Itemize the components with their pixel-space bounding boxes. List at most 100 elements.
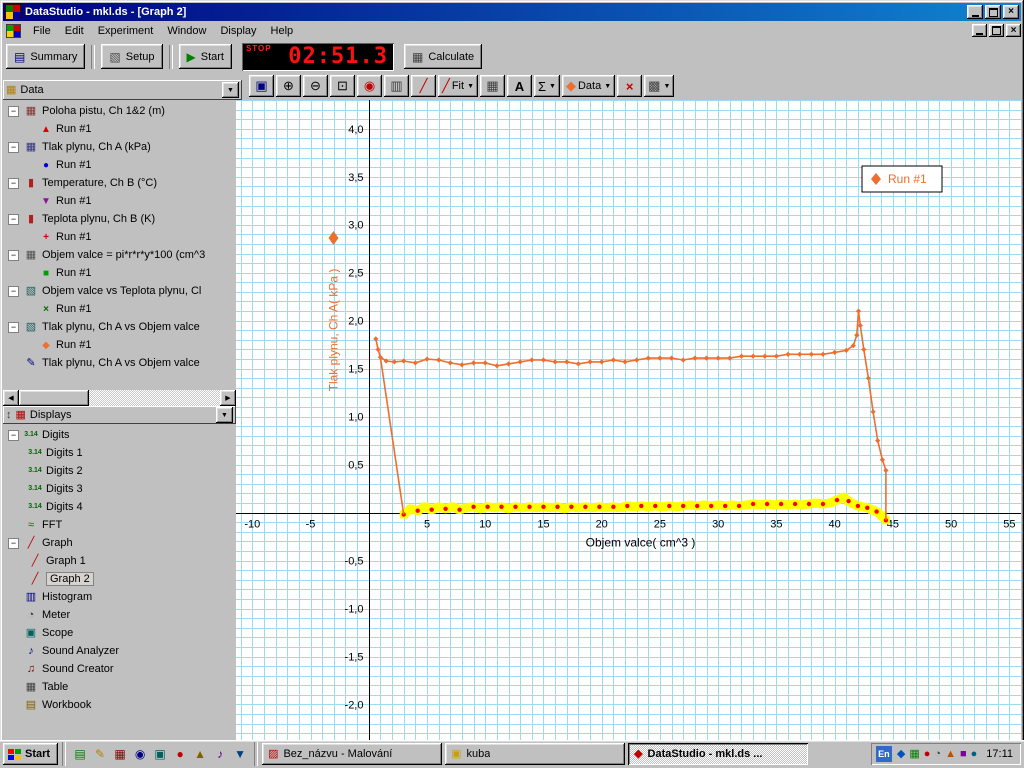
data-run-item[interactable]: ●Run #1 bbox=[3, 156, 236, 174]
tray-icon-2[interactable]: ▦ bbox=[909, 746, 919, 762]
task-button[interactable]: ◆DataStudio - mkl.ds ... bbox=[628, 743, 808, 765]
data-tree-item[interactable]: −▦Objem valce = pi*r*r*y*100 (cm^3 bbox=[3, 246, 236, 264]
display-tree-subitem[interactable]: 3.14Digits 3 bbox=[3, 480, 236, 498]
display-tree-subitem[interactable]: 3.14Digits 1 bbox=[3, 444, 236, 462]
calculate-button[interactable]: ▦ Calculate bbox=[404, 44, 482, 69]
collapse-toggle-icon[interactable]: − bbox=[8, 430, 19, 441]
graph-settings-button[interactable]: ▩▼ bbox=[644, 75, 674, 97]
quick-launch-icon-7[interactable]: ▲ bbox=[190, 744, 210, 764]
collapse-toggle-icon[interactable]: − bbox=[8, 322, 19, 333]
data-run-item[interactable]: ◆Run #1 bbox=[3, 336, 236, 354]
task-button[interactable]: ▨Bez_názvu - Malování bbox=[262, 743, 442, 765]
start-menu-button[interactable]: Start bbox=[3, 743, 58, 765]
data-tree-item[interactable]: −▮Temperature, Ch B (°C) bbox=[3, 174, 236, 192]
scroll-right-button[interactable]: ▶ bbox=[220, 390, 236, 406]
calculator-button[interactable]: ▦ bbox=[480, 75, 505, 97]
display-tree-item[interactable]: −≈FFT bbox=[3, 516, 236, 534]
mdi-close-button[interactable]: × bbox=[1006, 24, 1021, 37]
zoom-in-button[interactable]: ⊕ bbox=[276, 75, 301, 97]
menu-window[interactable]: Window bbox=[160, 23, 213, 39]
graph-plot-area[interactable]: -10-55101520253035404550554,03,53,02,52,… bbox=[236, 100, 1021, 740]
display-tree-item[interactable]: −♪Sound Analyzer bbox=[3, 642, 236, 660]
menu-file[interactable]: File bbox=[26, 23, 58, 39]
menu-edit[interactable]: Edit bbox=[58, 23, 91, 39]
quick-launch-icon-1[interactable]: ▤ bbox=[70, 744, 90, 764]
task-button[interactable]: ▣kuba bbox=[445, 743, 625, 765]
language-indicator[interactable]: En bbox=[876, 746, 892, 762]
tray-icon-4[interactable]: ◔ bbox=[934, 746, 941, 762]
menu-experiment[interactable]: Experiment bbox=[91, 23, 161, 39]
display-tree-item[interactable]: −▥Histogram bbox=[3, 588, 236, 606]
datastudio-app-icon[interactable] bbox=[5, 4, 21, 20]
scale-to-fit-button[interactable]: ▣ bbox=[249, 75, 274, 97]
slope-tool-button[interactable]: ╱ bbox=[411, 75, 436, 97]
data-tree-item[interactable]: −✎Tlak plynu, Ch A vs Objem valce bbox=[3, 354, 236, 372]
display-tree-item[interactable]: −▦Table bbox=[3, 678, 236, 696]
data-run-item[interactable]: ▲Run #1 bbox=[3, 120, 236, 138]
data-run-item[interactable]: ▼Run #1 bbox=[3, 192, 236, 210]
data-run-item[interactable]: ■Run #1 bbox=[3, 264, 236, 282]
tray-icon-6[interactable]: ■ bbox=[960, 746, 967, 762]
data-tree-hscrollbar[interactable]: ◀ ▶ bbox=[3, 390, 236, 406]
quick-launch-icon-2[interactable]: ✎ bbox=[90, 744, 110, 764]
collapse-toggle-icon[interactable]: − bbox=[8, 538, 19, 549]
delete-button[interactable]: × bbox=[617, 75, 642, 97]
quick-launch-icon-3[interactable]: ▦ bbox=[110, 744, 130, 764]
zoom-out-button[interactable]: ⊖ bbox=[303, 75, 328, 97]
display-tree-subitem[interactable]: ╱Graph 1 bbox=[3, 552, 236, 570]
collapse-toggle-icon[interactable]: − bbox=[8, 286, 19, 297]
display-tree-item[interactable]: −▣Scope bbox=[3, 624, 236, 642]
data-menu-button[interactable]: ◆Data▼ bbox=[562, 75, 615, 97]
display-tree-subitem[interactable]: 3.14Digits 2 bbox=[3, 462, 236, 480]
data-tree-item[interactable]: −▦Tlak plynu, Ch A (kPa) bbox=[3, 138, 236, 156]
scrollbar-track[interactable] bbox=[89, 390, 220, 406]
collapse-toggle-icon[interactable]: − bbox=[8, 250, 19, 261]
menu-display[interactable]: Display bbox=[213, 23, 263, 39]
panel-splitter-icon[interactable]: ↕ bbox=[6, 409, 12, 421]
mdi-restore-button[interactable] bbox=[989, 24, 1004, 37]
scrollbar-thumb[interactable] bbox=[19, 390, 89, 406]
quick-launch-icon-5[interactable]: ▣ bbox=[150, 744, 170, 764]
data-run-item[interactable]: +Run #1 bbox=[3, 228, 236, 246]
collapse-toggle-icon[interactable]: − bbox=[8, 178, 19, 189]
smart-tool-button[interactable]: ◉ bbox=[357, 75, 382, 97]
display-tree-item[interactable]: −♫Sound Creator bbox=[3, 660, 236, 678]
document-system-menu-icon[interactable] bbox=[6, 24, 21, 38]
statistics-menu-button[interactable]: Σ▼ bbox=[534, 75, 560, 97]
display-tree-item[interactable]: −╱Graph bbox=[3, 534, 236, 552]
quick-launch-icon-9[interactable]: ▼ bbox=[230, 744, 250, 764]
show-data-button[interactable]: ▥ bbox=[384, 75, 409, 97]
quick-launch-icon-6[interactable]: ● bbox=[170, 744, 190, 764]
text-annotation-button[interactable]: A bbox=[507, 75, 532, 97]
restore-button[interactable] bbox=[985, 5, 1001, 19]
mdi-minimize-button[interactable] bbox=[972, 24, 987, 37]
tray-icon-3[interactable]: ● bbox=[924, 746, 931, 762]
close-button[interactable]: × bbox=[1003, 5, 1019, 19]
displays-panel-dropdown-button[interactable]: ▼ bbox=[216, 407, 233, 423]
data-run-item[interactable]: ×Run #1 bbox=[3, 300, 236, 318]
start-button[interactable]: ▶ Start bbox=[179, 44, 232, 69]
display-tree-item[interactable]: −3.14Digits bbox=[3, 426, 236, 444]
quick-launch-icon-8[interactable]: ♪ bbox=[210, 744, 230, 764]
data-tree-item[interactable]: −▧Tlak plynu, Ch A vs Objem valce bbox=[3, 318, 236, 336]
display-tree-item[interactable]: −▤Workbook bbox=[3, 696, 236, 714]
fit-menu-button[interactable]: ╱Fit▼ bbox=[438, 75, 478, 97]
data-tree-item[interactable]: −▦Poloha pistu, Ch 1&2 (m) bbox=[3, 102, 236, 120]
legend[interactable]: Run #1 bbox=[862, 166, 942, 192]
tray-icon-1[interactable]: ◆ bbox=[897, 746, 905, 762]
display-tree-item[interactable]: −◔Meter bbox=[3, 606, 236, 624]
data-tree-item[interactable]: −▧Objem valce vs Teplota plynu, Cl bbox=[3, 282, 236, 300]
data-panel-dropdown-button[interactable]: ▼ bbox=[222, 82, 239, 98]
collapse-toggle-icon[interactable]: − bbox=[8, 214, 19, 225]
tray-icon-7[interactable]: ● bbox=[971, 746, 978, 762]
quick-launch-icon-4[interactable]: ◉ bbox=[130, 744, 150, 764]
setup-button[interactable]: ▧ Setup bbox=[101, 44, 162, 69]
tray-icon-5[interactable]: ▲ bbox=[945, 746, 956, 762]
zoom-select-button[interactable]: ⊡ bbox=[330, 75, 355, 97]
data-tree-item[interactable]: −▮Teplota plynu, Ch B (K) bbox=[3, 210, 236, 228]
scroll-left-button[interactable]: ◀ bbox=[3, 390, 19, 406]
summary-button[interactable]: ▤ Summary bbox=[6, 44, 85, 69]
collapse-toggle-icon[interactable]: − bbox=[8, 142, 19, 153]
menu-help[interactable]: Help bbox=[264, 23, 301, 39]
display-tree-subitem[interactable]: 3.14Digits 4 bbox=[3, 498, 236, 516]
